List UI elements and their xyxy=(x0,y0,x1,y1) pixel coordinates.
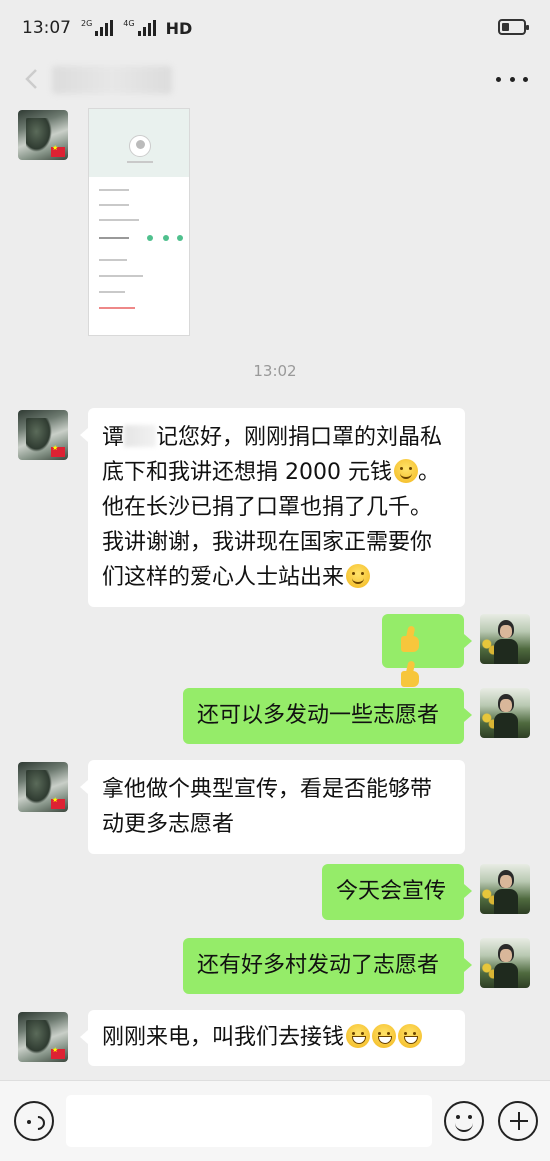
message-bubble[interactable]: 还有好多村发动了志愿者 xyxy=(183,938,472,994)
signal-icon: 2G xyxy=(81,20,114,36)
status-bar: 13:07 2G 4G HD xyxy=(0,0,550,56)
plus-icon[interactable] xyxy=(498,1101,538,1141)
image-message[interactable] xyxy=(88,108,190,336)
message-input[interactable] xyxy=(66,1095,432,1147)
message-bubble[interactable]: 刚刚来电，叫我们去接钱 xyxy=(80,1010,465,1066)
battery-icon xyxy=(498,19,529,35)
message-bubble[interactable]: 谭记您好，刚刚捐口罩的刘晶私底下和我讲还想捐 2000 元钱 。他在长沙已捐了口罩… xyxy=(80,408,465,607)
grin-emoji-icon xyxy=(398,1024,423,1048)
avatar[interactable] xyxy=(480,688,530,738)
avatar[interactable] xyxy=(18,410,68,460)
avatar[interactable] xyxy=(480,864,530,914)
chat-header xyxy=(0,56,550,104)
thumbs-up-emoji-icon xyxy=(397,626,423,654)
avatar[interactable] xyxy=(18,110,68,160)
message-text: 今天会宣传 xyxy=(336,879,447,904)
contact-avatar-placeholder xyxy=(129,135,151,157)
avatar[interactable] xyxy=(480,614,530,664)
emoji-icon[interactable] xyxy=(444,1101,484,1141)
smile-emoji-icon xyxy=(346,564,371,588)
message-bubble[interactable]: 拿他做个典型宣传，看是否能够带动更多志愿者 xyxy=(80,760,465,854)
thumbs-up-emoji-icon xyxy=(397,661,423,689)
message-text: 刚刚来电，叫我们去接钱 xyxy=(102,1025,345,1050)
message-text-part: 谭 xyxy=(102,425,125,450)
grin-emoji-icon xyxy=(346,1024,371,1048)
message-bubble[interactable]: 今天会宣传 xyxy=(322,864,472,920)
grin-emoji-icon xyxy=(372,1024,397,1048)
smile-emoji-icon xyxy=(393,459,418,483)
back-arrow-icon[interactable] xyxy=(18,64,48,94)
message-text: 拿他做个典型宣传，看是否能够带动更多志愿者 xyxy=(102,777,433,837)
avatar[interactable] xyxy=(480,938,530,988)
voice-icon[interactable] xyxy=(14,1101,54,1141)
status-time: 13:07 xyxy=(22,18,71,38)
input-bar xyxy=(0,1080,550,1161)
redacted-text xyxy=(124,425,157,447)
message-bubble[interactable] xyxy=(382,614,472,687)
avatar[interactable] xyxy=(18,1012,68,1062)
message-bubble[interactable]: 还可以多发动一些志愿者 xyxy=(183,688,472,744)
chat-title-blurred xyxy=(52,66,172,94)
hd-indicator: HD xyxy=(165,18,193,38)
message-text: 还有好多村发动了志愿者 xyxy=(197,953,440,978)
signal-icon-2: 4G xyxy=(123,20,156,36)
more-dots-icon[interactable] xyxy=(496,64,528,94)
chat-timestamp: 13:02 xyxy=(253,362,297,380)
avatar[interactable] xyxy=(18,762,68,812)
message-text: 还可以多发动一些志愿者 xyxy=(197,703,440,728)
